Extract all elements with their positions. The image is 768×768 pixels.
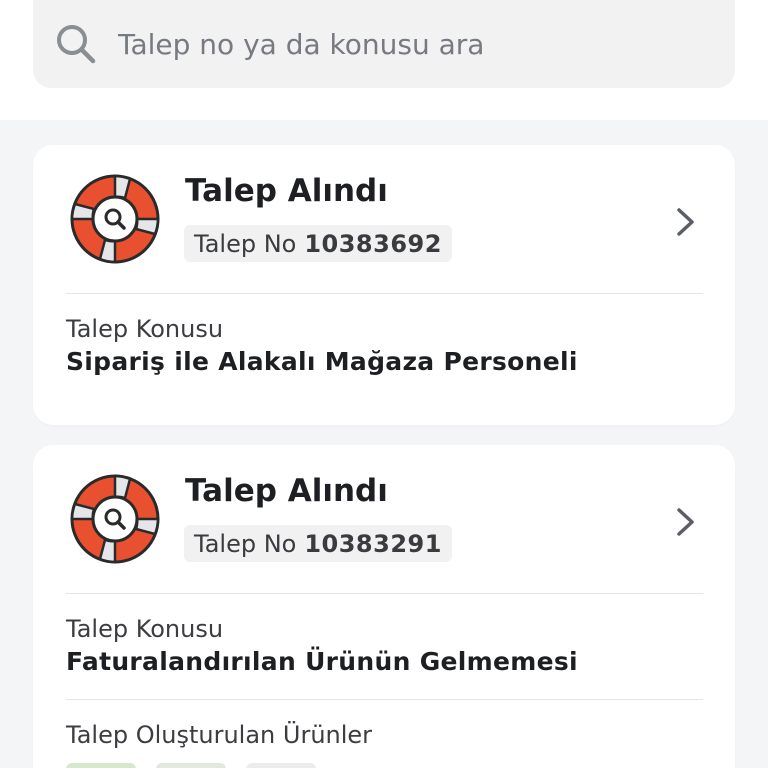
topic-value: Faturalandırılan Ürünün Gelmemesi bbox=[66, 647, 578, 676]
topic-label: Talep Konusu bbox=[66, 615, 224, 643]
product-thumbnail[interactable] bbox=[246, 763, 316, 768]
ticket-status: Talep Alındı bbox=[185, 173, 388, 209]
ticket-status: Talep Alındı bbox=[185, 473, 388, 509]
ticket-number-label: Talep No bbox=[194, 529, 297, 558]
divider bbox=[66, 293, 703, 294]
topic-label: Talep Konusu bbox=[66, 315, 224, 343]
chevron-right-icon[interactable] bbox=[673, 205, 699, 239]
ticket-number-label: Talep No bbox=[194, 229, 297, 258]
lifebuoy-search-icon bbox=[70, 474, 160, 564]
search-input[interactable] bbox=[118, 24, 678, 64]
chevron-right-icon[interactable] bbox=[673, 505, 699, 539]
product-thumbnails bbox=[66, 763, 316, 768]
products-label: Talep Oluşturulan Ürünler bbox=[66, 721, 373, 749]
ticket-number-badge: Talep No 10383692 bbox=[184, 225, 452, 262]
ticket-number: 10383692 bbox=[304, 229, 442, 258]
ticket-number-badge: Talep No 10383291 bbox=[184, 525, 452, 562]
product-thumbnail[interactable] bbox=[156, 763, 226, 768]
ticket-card[interactable]: Talep Alındı Talep No 10383692 Talep Kon… bbox=[33, 145, 735, 425]
topic-value: Sipariş ile Alakalı Mağaza Personeli bbox=[66, 347, 578, 376]
divider bbox=[66, 593, 703, 594]
ticket-card[interactable]: Talep Alındı Talep No 10383291 Talep Kon… bbox=[33, 445, 735, 768]
lifebuoy-search-icon bbox=[70, 174, 160, 264]
support-tickets-screen: Talep Alındı Talep No 10383692 Talep Kon… bbox=[0, 0, 768, 768]
product-thumbnail[interactable] bbox=[66, 763, 136, 768]
divider bbox=[66, 699, 703, 700]
ticket-number: 10383291 bbox=[304, 529, 442, 558]
search-area bbox=[0, 0, 768, 120]
search-icon bbox=[57, 25, 96, 64]
